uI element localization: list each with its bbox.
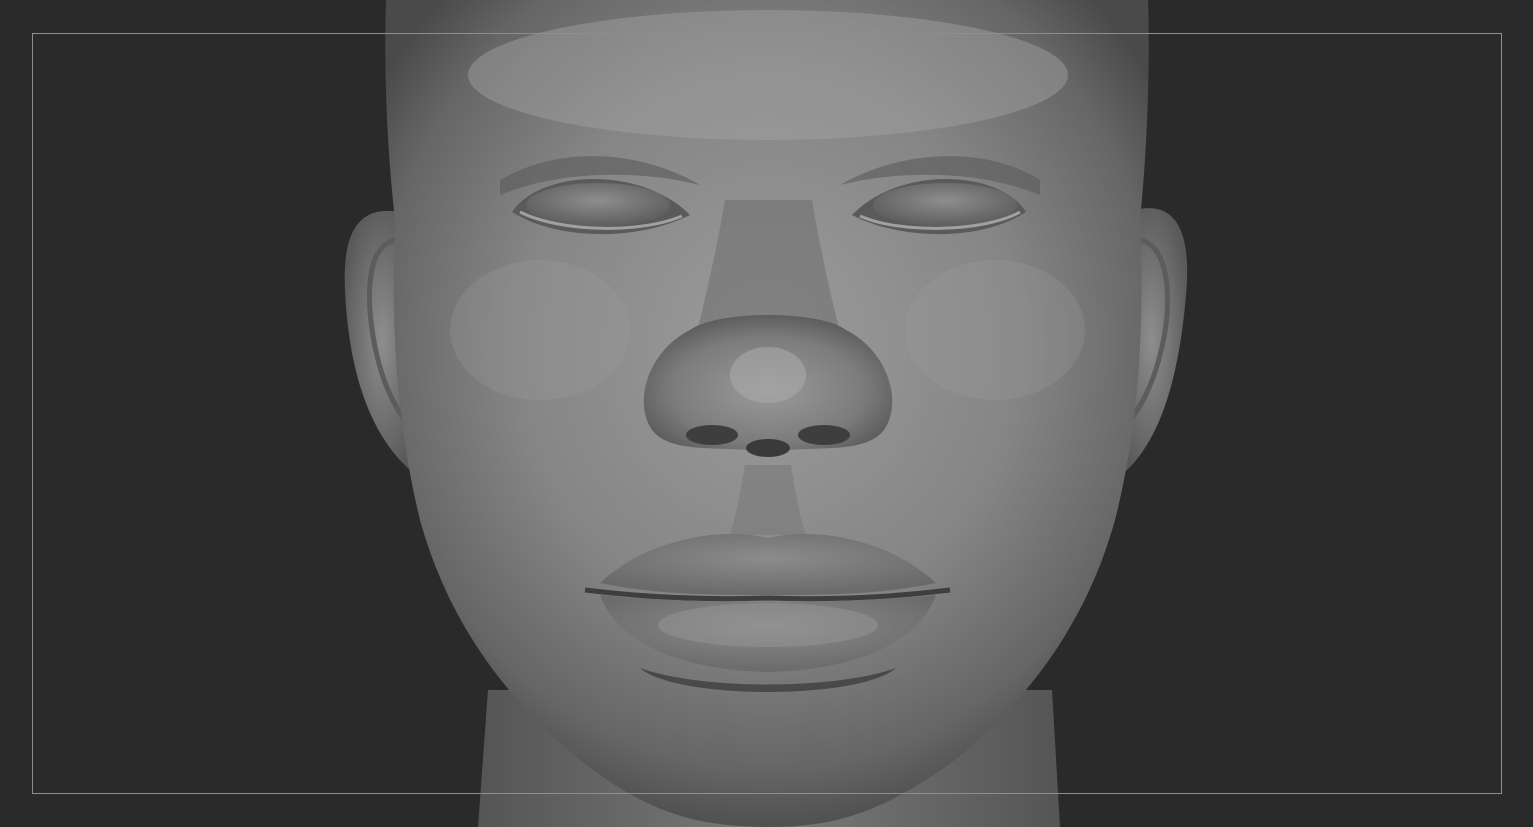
lower-lip-highlight <box>658 603 878 647</box>
nose-base-shadow <box>746 439 790 457</box>
left-nostril <box>686 425 738 445</box>
head-sculpt[interactable] <box>0 0 1533 827</box>
right-nostril <box>798 425 850 445</box>
canvas-viewport[interactable] <box>0 0 1533 827</box>
right-cheek-highlight <box>905 260 1085 400</box>
forehead-highlight <box>468 10 1068 140</box>
nose-tip-highlight <box>730 347 806 403</box>
left-cheek-highlight <box>450 260 630 400</box>
